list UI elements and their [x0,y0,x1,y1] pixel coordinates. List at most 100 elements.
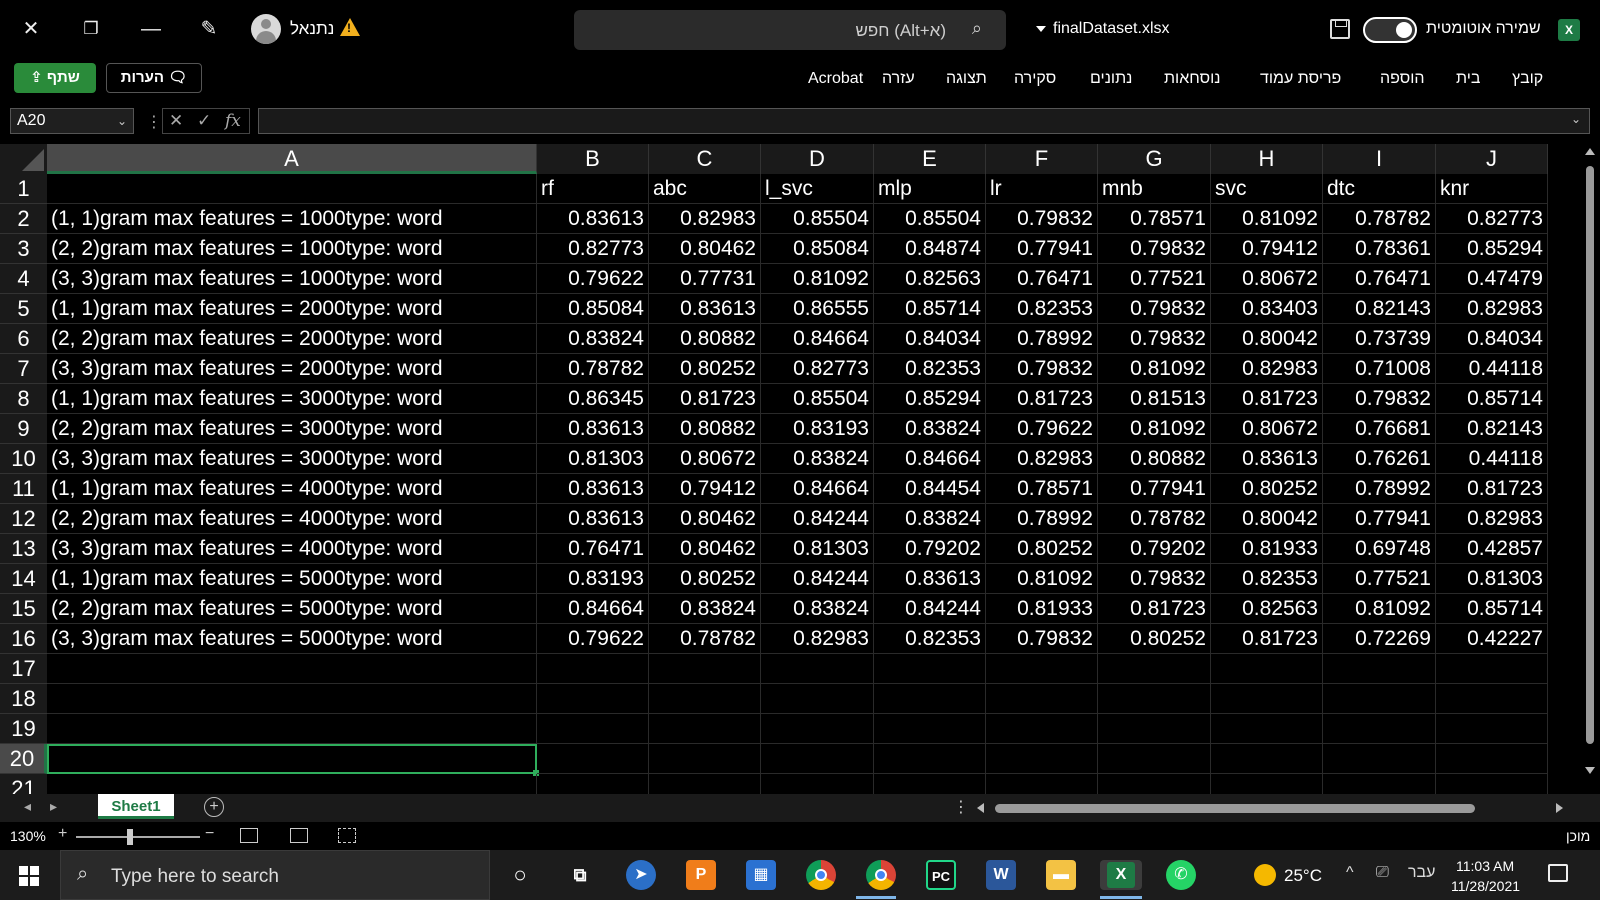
label-cell[interactable]: (2, 2)gram max features = 4000type: word [47,504,537,534]
header-cell[interactable]: mlp [874,174,986,204]
row-header-5[interactable]: 5 [0,294,47,324]
table-cell[interactable]: 0.83824 [761,594,874,624]
table-cell[interactable]: 0.42857 [1436,534,1548,564]
task-view-icon[interactable]: ⧉ [565,860,595,890]
label-cell[interactable]: (3, 3)gram max features = 2000type: word [47,354,537,384]
column-header-f[interactable]: F [986,144,1098,174]
table-cell[interactable]: 0.81303 [1436,564,1548,594]
table-cell[interactable]: 0.77731 [649,264,761,294]
table-cell[interactable]: 0.86555 [761,294,874,324]
table-cell[interactable]: 0.80672 [1211,414,1323,444]
table-cell[interactable] [1098,684,1211,714]
normal-view-icon[interactable] [338,828,356,843]
table-cell[interactable]: 0.83824 [874,504,986,534]
scroll-up-icon[interactable] [1585,148,1595,155]
table-cell[interactable]: 0.78782 [649,624,761,654]
table-cell[interactable]: 0.84664 [761,474,874,504]
table-cell[interactable] [1323,714,1436,744]
label-cell[interactable]: (2, 2)gram max features = 1000type: word [47,234,537,264]
row-header-3[interactable]: 3 [0,234,47,264]
pdf-app-icon[interactable]: P [686,860,716,890]
row-header-21[interactable]: 21 [0,774,47,794]
table-cell[interactable]: 0.81092 [1211,204,1323,234]
header-cell[interactable]: knr [1436,174,1548,204]
zoom-level[interactable]: 130% [10,828,46,844]
table-cell[interactable]: 0.83824 [537,324,649,354]
table-cell[interactable]: 0.82143 [1436,414,1548,444]
table-cell[interactable] [761,774,874,794]
notification-icon[interactable] [1548,864,1568,882]
table-cell[interactable]: 0.84874 [874,234,986,264]
column-header-d[interactable]: D [761,144,874,174]
row-header-19[interactable]: 19 [0,714,47,744]
calendar-icon[interactable]: ▦ [746,860,776,890]
table-cell[interactable]: 0.82983 [1436,294,1548,324]
table-cell[interactable] [761,654,874,684]
table-cell[interactable] [986,654,1098,684]
row-header-13[interactable]: 13 [0,534,47,564]
table-cell[interactable]: 0.83824 [874,414,986,444]
cancel-icon[interactable]: ✕ [169,111,183,131]
label-cell[interactable]: (1, 1)gram max features = 3000type: word [47,384,537,414]
header-cell[interactable]: lr [986,174,1098,204]
weather-temperature[interactable]: 25°C [1284,866,1322,886]
table-cell[interactable] [761,684,874,714]
table-cell[interactable] [986,714,1098,744]
column-header-b[interactable]: B [537,144,649,174]
formula-input[interactable]: ⌄ [258,108,1590,134]
table-cell[interactable]: 0.79832 [1098,234,1211,264]
label-cell[interactable]: (3, 3)gram max features = 5000type: word [47,624,537,654]
table-cell[interactable]: 0.84664 [537,594,649,624]
table-cell[interactable]: 0.76681 [1323,414,1436,444]
header-cell[interactable]: mnb [1098,174,1211,204]
add-sheet-icon[interactable]: + [204,797,224,817]
header-cell[interactable]: dtc [1323,174,1436,204]
table-cell[interactable] [874,654,986,684]
label-cell[interactable]: (3, 3)gram max features = 4000type: word [47,534,537,564]
table-cell[interactable]: 0.85714 [1436,594,1548,624]
table-cell[interactable]: 0.78571 [1098,204,1211,234]
table-cell[interactable]: 0.81513 [1098,384,1211,414]
column-header-j[interactable]: J [1436,144,1548,174]
search-input[interactable]: חפש (Alt+א) ⌕ [574,10,1006,50]
table-cell[interactable] [986,684,1098,714]
table-cell[interactable] [1436,774,1548,794]
tab-page-layout[interactable]: פריסת עמוד [1260,70,1341,88]
table-cell[interactable]: 0.85294 [874,384,986,414]
scroll-thumb[interactable] [1586,166,1594,744]
table-cell[interactable]: 0.82773 [537,234,649,264]
table-cell[interactable]: 0.83193 [537,564,649,594]
header-cell[interactable]: svc [1211,174,1323,204]
table-cell[interactable] [1436,714,1548,744]
table-cell[interactable]: 0.85084 [761,234,874,264]
table-cell[interactable]: 0.81092 [1098,414,1211,444]
cortana-icon[interactable]: ○ [505,860,535,890]
table-cell[interactable]: 0.79832 [986,624,1098,654]
column-header-g[interactable]: G [1098,144,1211,174]
table-cell[interactable]: 0.80042 [1211,504,1323,534]
column-header-e[interactable]: E [874,144,986,174]
table-cell[interactable]: 0.83824 [649,594,761,624]
table-cell[interactable]: 0.82983 [986,444,1098,474]
chevron-down-icon[interactable]: ⌄ [117,109,127,133]
row-header-6[interactable]: 6 [0,324,47,354]
table-cell[interactable] [1211,774,1323,794]
table-cell[interactable]: 0.82983 [1211,354,1323,384]
table-cell[interactable]: 0.83613 [649,294,761,324]
table-cell[interactable]: 0.78782 [537,354,649,384]
tab-home[interactable]: בית [1456,70,1480,88]
row-header-9[interactable]: 9 [0,414,47,444]
more-icon[interactable]: ⋮ [953,797,969,817]
label-cell[interactable] [47,174,537,204]
minimize-icon[interactable]: — [136,14,166,44]
table-cell[interactable] [986,744,1098,774]
tab-insert[interactable]: הוספה [1380,70,1425,88]
table-cell[interactable]: 0.79412 [649,474,761,504]
table-cell[interactable]: 0.80672 [649,444,761,474]
spreadsheet-grid[interactable]: A B C D E F G H I J 1 rf abc l_svc mlp lr mnb svc dtc knr 2(… [0,144,1580,794]
table-cell[interactable] [537,714,649,744]
table-cell[interactable]: 0.83613 [1211,444,1323,474]
table-cell[interactable]: 0.72269 [1323,624,1436,654]
header-cell[interactable]: abc [649,174,761,204]
vertical-scrollbar[interactable] [1580,144,1600,794]
